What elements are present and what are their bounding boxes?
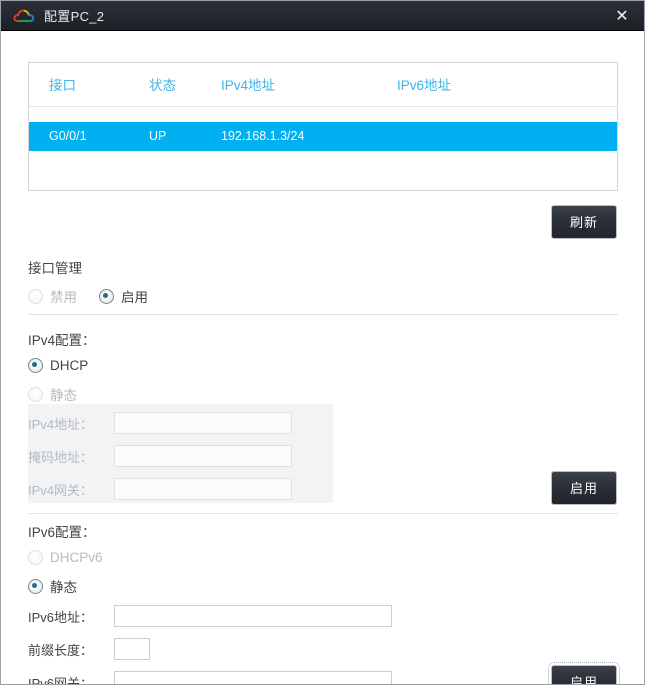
- radio-label: DHCP: [50, 358, 89, 373]
- column-header-ipv4: IPv4地址: [221, 63, 397, 107]
- radio-label: 静态: [50, 580, 77, 595]
- ipv4-mask-row: 掩码地址：: [28, 445, 292, 467]
- radio-interface-enable[interactable]: 启用: [99, 286, 148, 306]
- ipv4-gateway-input[interactable]: [114, 478, 292, 500]
- ipv6-prefix-length-label: 前缀长度：: [28, 642, 94, 658]
- ipv4-section-title: IPv4配置：: [28, 333, 96, 348]
- ipv6-gateway-label: IPv6网关：: [28, 675, 94, 685]
- radio-label: 静态: [50, 388, 77, 403]
- radio-dot-icon: [99, 288, 114, 304]
- cell-ipv6: [397, 122, 617, 151]
- close-icon[interactable]: ✕: [610, 5, 634, 27]
- ipv4-gateway-row: IPv4网关：: [28, 478, 292, 500]
- ipv6-radio-dhcpv6-row: DHCPv6: [28, 550, 125, 565]
- radio-label: DHCPv6: [50, 550, 103, 565]
- radio-ipv4-static[interactable]: 静态: [28, 384, 77, 404]
- radio-label: 启用: [121, 290, 148, 305]
- interface-table: 接口 状态 IPv4地址 IPv6地址 G0/0/1 UP 192.168.1.…: [28, 62, 618, 191]
- table-spacer-row: [29, 106, 617, 122]
- column-header-interface: 接口: [29, 63, 149, 107]
- divider-ipv6: [28, 513, 618, 514]
- ipv6-radio-static-row: 静态: [28, 576, 99, 596]
- ipv6-gateway-input[interactable]: [114, 671, 392, 684]
- ipv6-prefix-row: 前缀长度：: [28, 638, 150, 660]
- radio-dot-icon: [28, 578, 43, 594]
- radio-dot-icon: [28, 550, 43, 565]
- radio-ipv6-static[interactable]: 静态: [28, 576, 77, 596]
- ipv4-mask-input[interactable]: [114, 445, 292, 467]
- radio-dot-icon: [28, 358, 43, 373]
- ipv6-gateway-row: IPv6网关：: [28, 671, 392, 685]
- ipv4-gateway-label: IPv4网关：: [28, 482, 94, 498]
- table-header-row: 接口 状态 IPv4地址 IPv6地址: [29, 63, 617, 107]
- radio-dot-icon: [28, 288, 43, 304]
- column-header-status: 状态: [149, 63, 221, 107]
- radio-interface-disable[interactable]: 禁用: [28, 286, 77, 306]
- ipv6-prefix-length-input[interactable]: [114, 638, 150, 660]
- refresh-button[interactable]: 刷新: [551, 205, 617, 239]
- radio-ipv4-dhcp[interactable]: DHCP: [28, 358, 88, 373]
- ipv6-address-input[interactable]: [114, 605, 392, 627]
- ipv4-mask-label: 掩码地址：: [28, 449, 94, 465]
- divider-ipv4: [28, 314, 618, 315]
- apply-ipv4-button[interactable]: 启用: [551, 471, 617, 505]
- radio-label: 禁用: [50, 290, 77, 305]
- ipv6-address-label: IPv6地址：: [28, 609, 94, 625]
- table-row[interactable]: G0/0/1 UP 192.168.1.3/24: [29, 122, 617, 151]
- ipv6-section-title: IPv6配置：: [28, 525, 96, 540]
- window-title: 配置PC_2: [44, 9, 105, 24]
- cell-status: UP: [149, 122, 221, 151]
- radio-ipv6-dhcpv6[interactable]: DHCPv6: [28, 550, 103, 565]
- column-header-ipv6: IPv6地址: [397, 63, 617, 107]
- ipv4-radio-static-row: 静态: [28, 384, 99, 404]
- interface-management-title: 接口管理: [28, 261, 82, 276]
- ipv4-address-input[interactable]: [114, 412, 292, 434]
- config-window: 配置PC_2 ✕ 接口 状态 IPv4地址 IPv6地址 G0/0/1 UP 1…: [0, 0, 645, 685]
- title-bar: 配置PC_2 ✕: [1, 1, 644, 31]
- cell-interface: G0/0/1: [29, 122, 149, 151]
- dialog-body: 接口 状态 IPv4地址 IPv6地址 G0/0/1 UP 192.168.1.…: [1, 31, 644, 684]
- apply-ipv6-button[interactable]: 启用: [548, 662, 620, 684]
- ipv6-address-row: IPv6地址：: [28, 605, 392, 627]
- cloud-icon: [13, 9, 35, 22]
- interface-management-radio-group: 禁用 启用: [28, 286, 170, 306]
- ipv4-address-label: IPv4地址：: [28, 416, 94, 432]
- ipv4-address-row: IPv4地址：: [28, 412, 292, 434]
- ipv4-radio-dhcp-row: DHCP: [28, 358, 110, 373]
- cell-ipv4: 192.168.1.3/24: [221, 122, 397, 151]
- table-empty-row: [29, 151, 617, 190]
- radio-dot-icon: [28, 386, 43, 402]
